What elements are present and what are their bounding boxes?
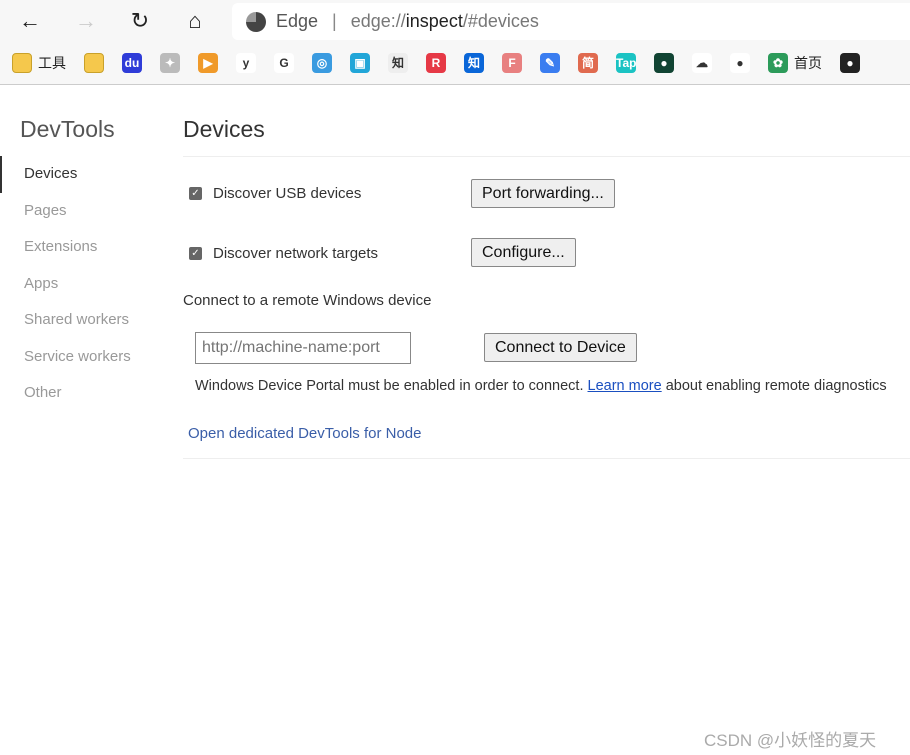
pen-icon: ✎ <box>540 53 560 73</box>
portal-note: Windows Device Portal must be enabled in… <box>195 378 887 394</box>
bookmark-item[interactable]: ▶ <box>198 53 218 73</box>
bookmark-label: 首页 <box>794 55 822 71</box>
watermark: CSDN @小妖怪的夏天 <box>704 731 877 750</box>
discover-usb-checkbox[interactable]: ✓ Discover USB devices <box>189 185 361 202</box>
bilibili-icon: ▣ <box>350 53 370 73</box>
head-icon: ● <box>730 53 750 73</box>
reload-icon[interactable]: ↻ <box>126 8 154 34</box>
folder-icon <box>84 53 104 73</box>
cloud-icon: ☁ <box>692 53 712 73</box>
bookmark-item[interactable]: F <box>502 53 522 73</box>
sidebar-title: DevTools <box>20 116 115 142</box>
machine-address-input[interactable] <box>195 332 411 364</box>
bird-icon: ✦ <box>160 53 180 73</box>
video-icon: ▶ <box>198 53 218 73</box>
url-host: inspect <box>405 11 463 31</box>
bookmark-item[interactable]: ● <box>654 53 674 73</box>
bookmarks-bar: 工具 du ✦ ▶ y G ◎ ▣ 知 R 知 F ✎ 简 Tap ● ☁ ● ✿ 首页 ● <box>0 42 910 85</box>
bookmark-item[interactable]: G <box>274 53 294 73</box>
tap-icon: Tap <box>616 53 636 73</box>
back-arrow-icon[interactable]: ← <box>16 8 44 34</box>
remote-windows-heading: Connect to a remote Windows device <box>183 292 432 309</box>
bookmark-item[interactable]: Tap <box>616 53 636 73</box>
sidebar-item-pages[interactable]: Pages <box>0 193 160 230</box>
bookmark-item[interactable]: ▣ <box>350 53 370 73</box>
learn-more-link[interactable]: Learn more <box>588 378 662 394</box>
bookmark-item[interactable]: du <box>122 53 142 73</box>
bookmark-item[interactable]: ✎ <box>540 53 560 73</box>
address-bar[interactable]: Edge | edge://inspect/#devices <box>232 3 910 40</box>
rabbit-icon: ✿ <box>768 53 788 73</box>
divider <box>183 156 910 157</box>
bookmark-item[interactable]: ● <box>730 53 750 73</box>
bookmark-item[interactable]: ◎ <box>312 53 332 73</box>
discover-network-checkbox[interactable]: ✓ Discover network targets <box>189 245 378 262</box>
sidebar: Devices Pages Extensions Apps Shared workers… <box>0 156 160 412</box>
bookmark-item[interactable]: y <box>236 53 256 73</box>
y-icon: y <box>236 53 256 73</box>
sidebar-item-service-workers[interactable]: Service workers <box>0 339 160 376</box>
folder-icon <box>12 53 32 73</box>
sidebar-item-shared-workers[interactable]: Shared workers <box>0 302 160 339</box>
address-separator: | <box>332 11 337 31</box>
address-brand: Edge <box>276 11 319 31</box>
note-text: Windows Device Portal must be enabled in… <box>195 378 588 394</box>
edge-logo-icon <box>246 11 266 32</box>
bookmark-item[interactable]: ☁ <box>692 53 712 73</box>
divider <box>183 458 910 459</box>
sidebar-item-other[interactable]: Other <box>0 375 160 412</box>
google-icon: G <box>274 53 294 73</box>
bookmark-item[interactable]: ● <box>840 53 860 73</box>
sidebar-item-devices[interactable]: Devices <box>0 156 160 193</box>
forward-arrow-icon[interactable]: → <box>72 8 100 34</box>
page-title: Devices <box>183 116 265 142</box>
bookmark-item[interactable]: 工具 <box>12 53 66 73</box>
home-icon[interactable]: ⌂ <box>181 8 209 34</box>
baidu-icon: du <box>122 53 142 73</box>
sidebar-item-extensions[interactable]: Extensions <box>0 229 160 266</box>
checkbox-checked-icon[interactable]: ✓ <box>189 247 202 260</box>
browser-toolbar: ← → ↻ ⌂ Edge | edge://inspect/#devices <box>0 0 910 42</box>
checkbox-checked-icon[interactable]: ✓ <box>189 187 202 200</box>
jian-icon: 简 <box>578 53 598 73</box>
bookmark-item[interactable]: ✿ 首页 <box>768 53 822 73</box>
bookmark-label: 工具 <box>38 55 66 71</box>
configure-button[interactable]: Configure... <box>471 238 576 267</box>
port-forwarding-button[interactable]: Port forwarding... <box>471 179 615 208</box>
discover-network-label: Discover network targets <box>213 245 379 262</box>
note-text-end: about enabling remote diagnostics <box>661 378 887 394</box>
connect-to-device-button[interactable]: Connect to Device <box>484 333 637 362</box>
zhihu-icon: 知 <box>464 53 484 73</box>
circle-icon: ● <box>654 53 674 73</box>
bookmark-item[interactable]: ✦ <box>160 53 180 73</box>
bookmark-item[interactable]: R <box>426 53 446 73</box>
github-icon: ● <box>840 53 860 73</box>
bookmark-item[interactable] <box>84 53 104 73</box>
bookmark-item[interactable]: 简 <box>578 53 598 73</box>
r-icon: R <box>426 53 446 73</box>
bookmark-item[interactable]: 知 <box>464 53 484 73</box>
url-rest: /#devices <box>462 11 539 31</box>
zhi-icon: 知 <box>388 53 408 73</box>
qqbrowser-icon: ◎ <box>312 53 332 73</box>
url-prefix: edge:// <box>350 11 406 31</box>
sidebar-item-apps[interactable]: Apps <box>0 266 160 303</box>
open-node-devtools-link[interactable]: Open dedicated DevTools for Node <box>188 425 421 442</box>
fines-icon: F <box>502 53 522 73</box>
discover-usb-label: Discover USB devices <box>213 185 362 202</box>
bookmark-item[interactable]: 知 <box>388 53 408 73</box>
